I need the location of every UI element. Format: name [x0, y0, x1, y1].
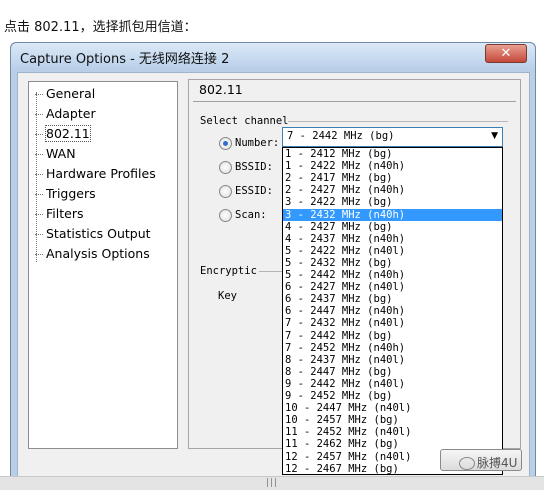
key-label: Key — [218, 290, 237, 302]
channel-option[interactable]: 7 - 2432 MHz (n40l) — [283, 317, 502, 329]
window-title: Capture Options - 无线网络连接 2 — [20, 52, 230, 67]
channel-option[interactable]: 5 - 2432 MHz (bg) — [283, 257, 502, 269]
group-divider — [288, 121, 508, 122]
channel-option[interactable]: 2 - 2427 MHz (n40h) — [283, 184, 502, 196]
channel-option[interactable]: 4 - 2427 MHz (bg) — [283, 221, 502, 233]
pane-title: 802.11 — [199, 82, 243, 97]
watermark: 脉搏4U — [459, 454, 517, 471]
encryption-group-label: Encryptic — [200, 265, 257, 277]
channel-option[interactable]: 4 - 2437 MHz (n40h) — [283, 233, 502, 245]
channel-option[interactable]: 7 - 2452 MHz (n40h) — [283, 342, 502, 354]
channel-option[interactable]: 1 - 2422 MHz (n40h) — [283, 160, 502, 172]
channel-option[interactable]: 5 - 2442 MHz (n40h) — [283, 269, 502, 281]
tree-item-filters[interactable]: Filters — [35, 206, 83, 221]
scan-radio-label[interactable]: Scan: — [235, 209, 267, 221]
essid-radio-label[interactable]: ESSID: — [235, 185, 273, 197]
caption-text: 点击 802.11，选择抓包用信道： — [4, 20, 197, 35]
status-bar: ||| — [0, 476, 544, 490]
tree-item-general[interactable]: General — [35, 86, 95, 101]
channel-dropdown-list[interactable]: 1 - 2412 MHz (bg) 1 - 2422 MHz (n40h) 2 - … — [282, 147, 503, 475]
essid-radio[interactable] — [219, 185, 232, 198]
tree-item-wan[interactable]: WAN — [35, 146, 76, 161]
channel-option[interactable]: 9 - 2452 MHz (bg) — [283, 390, 502, 402]
tree-item-statistics-output[interactable]: Statistics Output — [35, 226, 151, 241]
pane-title-divider — [193, 101, 516, 102]
title-bar[interactable]: Capture Options - 无线网络连接 2 ✕ — [11, 43, 535, 69]
channel-option[interactable]: 11 - 2452 MHz (n40l) — [283, 426, 502, 438]
resize-grip-icon[interactable]: ||| — [266, 478, 278, 488]
close-button[interactable]: ✕ — [485, 44, 527, 63]
channel-option[interactable]: 7 - 2442 MHz (bg) — [283, 330, 502, 342]
number-radio[interactable] — [219, 137, 232, 150]
channel-option[interactable]: 6 - 2447 MHz (n40h) — [283, 305, 502, 317]
tree-item-triggers[interactable]: Triggers — [35, 186, 96, 201]
tree-item-adapter[interactable]: Adapter — [35, 106, 96, 121]
dropdown-arrow-icon[interactable]: ▼ — [491, 131, 498, 141]
channel-option[interactable]: 6 - 2437 MHz (bg) — [283, 293, 502, 305]
channel-select-value: 7 - 2442 MHz (bg) — [287, 130, 395, 142]
watermark-text: 脉搏4U — [477, 456, 518, 470]
channel-option[interactable]: 10 - 2457 MHz (bg) — [283, 414, 502, 426]
bssid-radio[interactable] — [219, 161, 232, 174]
tree-item-hardware-profiles[interactable]: Hardware Profiles — [35, 166, 156, 181]
channel-option[interactable]: 10 - 2447 MHz (n40l) — [283, 402, 502, 414]
scan-radio[interactable] — [219, 209, 232, 222]
channel-option[interactable]: 1 - 2412 MHz (bg) — [283, 148, 502, 160]
channel-option[interactable]: 8 - 2447 MHz (bg) — [283, 366, 502, 378]
channel-option[interactable]: 9 - 2442 MHz (n40l) — [283, 378, 502, 390]
channel-option[interactable]: 8 - 2437 MHz (n40l) — [283, 354, 502, 366]
channel-option[interactable]: 6 - 2427 MHz (n40l) — [283, 281, 502, 293]
channel-select[interactable]: 7 - 2442 MHz (bg) ▼ — [282, 127, 503, 147]
number-radio-label[interactable]: Number: — [235, 137, 279, 149]
wechat-icon — [459, 457, 475, 470]
channel-option[interactable]: 3 - 2432 MHz (n40h) — [283, 208, 502, 221]
channel-option[interactable]: 3 - 2422 MHz (bg) — [283, 196, 502, 208]
tree-item-80211[interactable]: 802.11 — [35, 125, 91, 142]
channel-option[interactable]: 5 - 2422 MHz (n40l) — [283, 245, 502, 257]
options-tree: General Adapter 802.11 WAN Hardware Prof… — [28, 81, 178, 449]
tree-item-analysis-options[interactable]: Analysis Options — [35, 246, 150, 261]
channel-option[interactable]: 2 - 2417 MHz (bg) — [283, 172, 502, 184]
select-channel-group-label: Select channel — [200, 115, 289, 127]
bssid-radio-label[interactable]: BSSID: — [235, 161, 273, 173]
